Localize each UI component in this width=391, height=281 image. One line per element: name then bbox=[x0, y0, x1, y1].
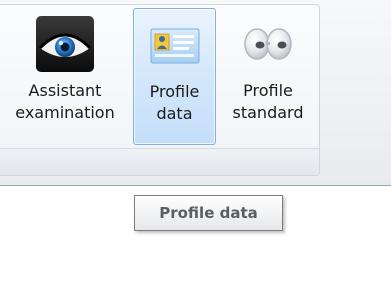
profile-standard-label-line2: standard bbox=[232, 103, 304, 122]
application-window: Assistant examination Profile data Profi… bbox=[0, 0, 391, 281]
eye-icon-wrap bbox=[6, 8, 124, 80]
id-card-icon-wrap bbox=[134, 9, 215, 81]
ribbon: Assistant examination Profile data Profi… bbox=[0, 0, 391, 186]
eye-icon bbox=[36, 16, 94, 72]
ribbon-group-footer bbox=[0, 148, 319, 175]
goggles-icon bbox=[244, 28, 292, 60]
profile-data-label-line1: Profile bbox=[149, 82, 200, 101]
tooltip: Profile data bbox=[134, 195, 283, 231]
id-card-icon bbox=[150, 28, 199, 64]
profile-data-label-line2: data bbox=[156, 104, 193, 123]
assistant-examination-button[interactable]: Assistant examination bbox=[6, 8, 124, 145]
profile-data-button[interactable]: Profile data bbox=[133, 8, 216, 145]
goggles-icon-wrap bbox=[222, 8, 314, 80]
tooltip-text: Profile data bbox=[159, 204, 258, 222]
assistant-examination-label-line2: examination bbox=[15, 103, 115, 122]
assistant-examination-label-line1: Assistant bbox=[28, 81, 102, 100]
profile-standard-button[interactable]: Profile standard bbox=[222, 8, 314, 145]
profile-standard-label-line1: Profile bbox=[243, 81, 293, 100]
